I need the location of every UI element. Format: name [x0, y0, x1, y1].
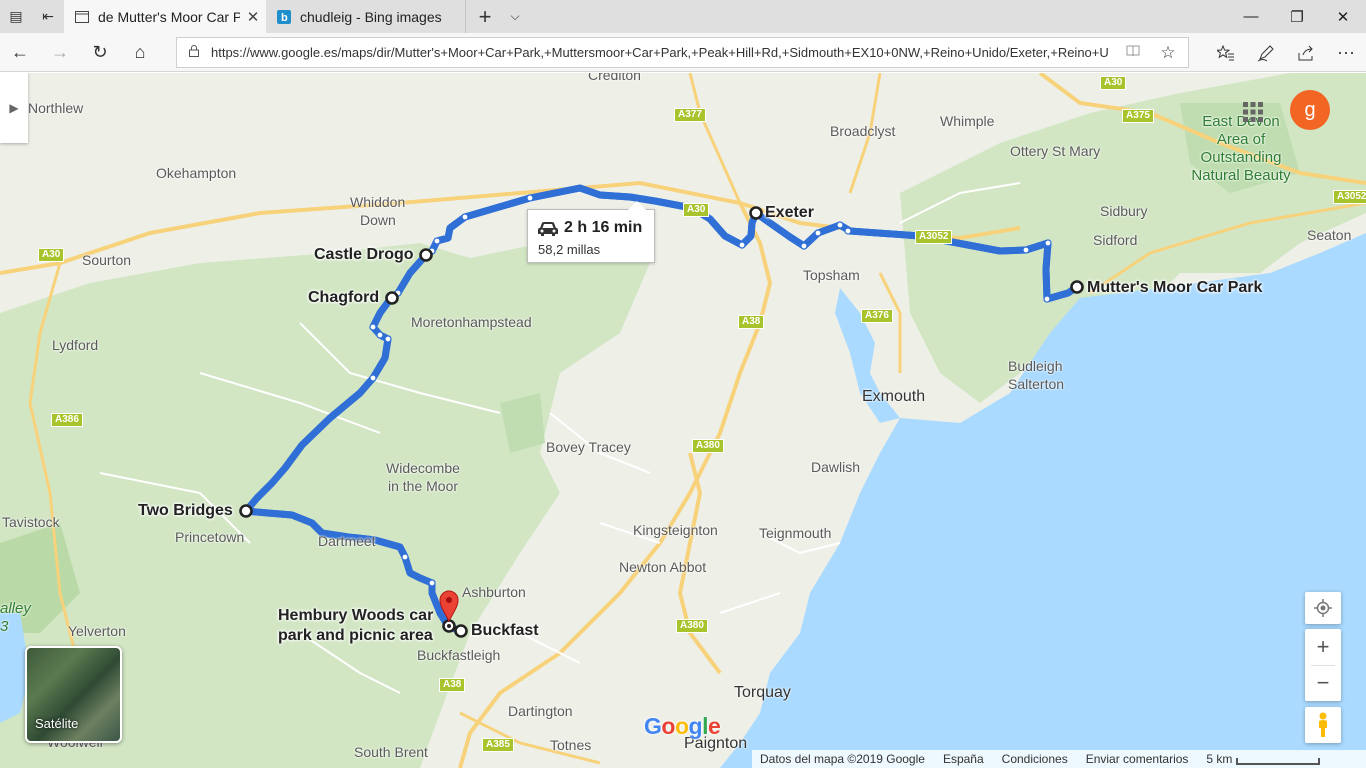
lock-icon	[177, 45, 211, 60]
favorite-star-icon[interactable]: ☆	[1148, 43, 1188, 63]
new-tab-button[interactable]: +	[472, 0, 498, 33]
page-icon	[74, 10, 90, 24]
waypoint-marker	[385, 291, 399, 305]
map-footer: Datos del mapa ©2019 Google España Condi…	[752, 750, 1366, 768]
restore-button[interactable]: ❐	[1274, 0, 1320, 33]
map-canvas[interactable]: Crediton Northlew Okehampton Whiddon Dow…	[0, 73, 1366, 768]
destination-pin-icon	[439, 590, 459, 623]
forward-button[interactable]: →	[40, 33, 80, 72]
tab-actions-icon[interactable]: ▤	[0, 0, 32, 33]
terms-link[interactable]: Condiciones	[1002, 752, 1068, 766]
url-text[interactable]: https://www.google.es/maps/dir/Mutter's+…	[211, 45, 1118, 60]
scale-label[interactable]: 5 km	[1206, 752, 1232, 766]
google-apps-grid-icon[interactable]	[1240, 99, 1266, 125]
my-location-icon	[1314, 599, 1332, 617]
share-icon[interactable]	[1286, 33, 1326, 72]
favorites-hub-icon[interactable]	[1206, 33, 1246, 72]
waypoint-label-hembury-woods-2[interactable]: park and picnic area	[278, 626, 433, 646]
route-info-card[interactable]: 2 h 16 min 58,2 millas	[527, 201, 655, 263]
waypoint-marker	[749, 206, 763, 220]
my-location-button[interactable]	[1305, 592, 1341, 624]
zoom-controls: + −	[1305, 629, 1341, 701]
more-menu-icon[interactable]: ···	[1326, 33, 1366, 72]
address-bar[interactable]: https://www.google.es/maps/dir/Mutter's+…	[176, 37, 1189, 68]
reading-view-icon[interactable]	[1118, 45, 1148, 60]
navigation-bar: ← → ↻ ⌂ https://www.google.es/maps/dir/M…	[0, 33, 1366, 72]
close-tab-icon[interactable]: ✕	[240, 8, 266, 26]
waypoint-label-castle-drogo[interactable]: Castle Drogo	[314, 245, 414, 265]
street-view-pegman[interactable]	[1305, 707, 1341, 743]
web-notes-pen-icon[interactable]	[1246, 33, 1286, 72]
tab-preview-chevron-icon[interactable]: ⌵	[502, 0, 528, 33]
info-card-pointer	[628, 201, 646, 210]
scale-bar	[1236, 757, 1321, 765]
car-icon	[538, 222, 558, 236]
tab-title: chudleig - Bing images	[300, 8, 442, 25]
google-logo: Google	[644, 713, 721, 739]
satellite-toggle[interactable]: Satélite	[25, 646, 122, 743]
waypoint-marker	[239, 504, 253, 518]
map-data-attribution: Datos del mapa ©2019 Google	[760, 752, 925, 766]
send-feedback-link[interactable]: Enviar comentarios	[1086, 752, 1189, 766]
tab-bing-images[interactable]: b chudleig - Bing images	[266, 0, 466, 33]
waypoint-label-exeter[interactable]: Exeter	[765, 203, 814, 223]
pegman-icon	[1319, 712, 1327, 737]
minimize-button[interactable]: —	[1228, 0, 1274, 33]
country-link[interactable]: España	[943, 752, 984, 766]
tab-bar: ▤ ⇤ de Mutter's Moor Car Pa ✕ b chudleig…	[0, 0, 1366, 33]
waypoint-marker	[454, 624, 468, 638]
account-avatar[interactable]: g	[1290, 90, 1330, 130]
waypoint-label-chagford[interactable]: Chagford	[308, 288, 379, 308]
expand-side-panel-button[interactable]: ▶	[0, 73, 28, 143]
back-button[interactable]: ←	[0, 33, 40, 72]
zoom-in-button[interactable]: +	[1305, 629, 1341, 665]
waypoint-markers	[239, 206, 1084, 638]
home-button[interactable]: ⌂	[120, 33, 160, 72]
waypoint-marker	[1070, 280, 1084, 294]
waypoint-marker	[419, 248, 433, 262]
refresh-button[interactable]: ↻	[80, 33, 120, 72]
svg-text:b: b	[281, 12, 288, 24]
tab-title: de Mutter's Moor Car Pa	[98, 8, 240, 25]
waypoint-label-buckfast[interactable]: Buckfast	[471, 621, 539, 641]
route-distance: 58,2 millas	[538, 242, 601, 257]
waypoint-label-mutters-moor[interactable]: Mutter's Moor Car Park	[1087, 278, 1262, 298]
tab-google-maps[interactable]: de Mutter's Moor Car Pa ✕	[64, 0, 266, 33]
route-duration: 2 h 16 min	[564, 219, 643, 236]
zoom-out-button[interactable]: −	[1305, 665, 1341, 701]
waypoint-label-hembury-woods[interactable]: Hembury Woods car	[278, 606, 433, 626]
bing-icon: b	[276, 9, 292, 24]
close-window-button[interactable]: ✕	[1320, 0, 1366, 33]
set-aside-tabs-icon[interactable]: ⇤	[32, 0, 64, 33]
waypoint-label-two-bridges[interactable]: Two Bridges	[138, 501, 233, 521]
satellite-label: Satélite	[35, 716, 79, 731]
zoom-divider	[1311, 665, 1335, 666]
